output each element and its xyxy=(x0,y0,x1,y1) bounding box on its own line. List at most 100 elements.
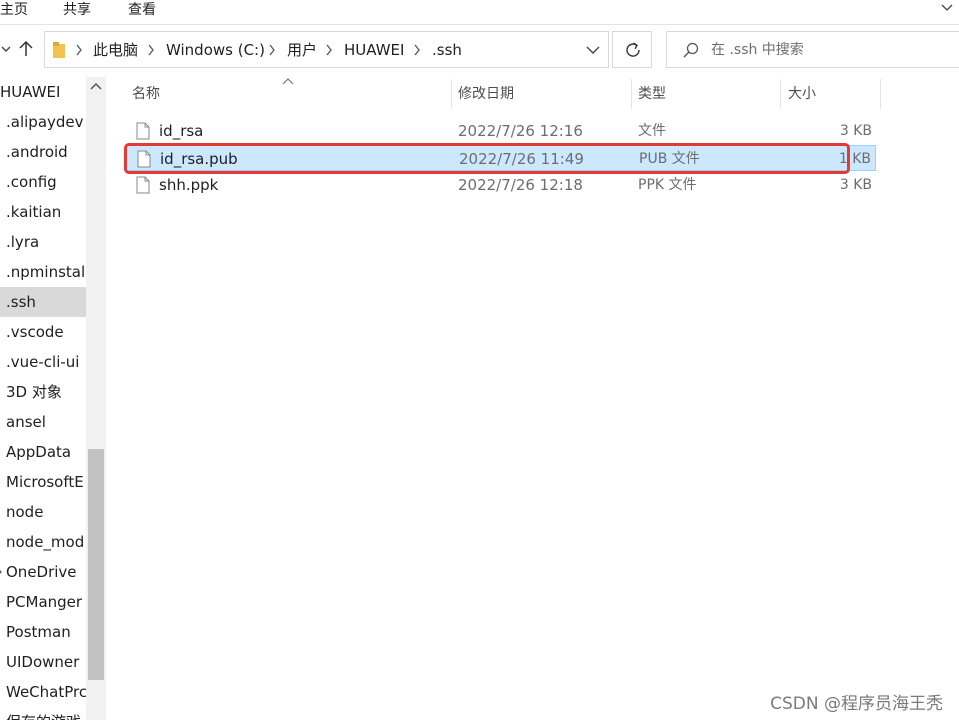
search-box[interactable] xyxy=(666,31,959,68)
tab-view[interactable]: 查看 xyxy=(128,1,156,19)
annotation-highlight-box xyxy=(124,143,850,174)
nav-item-label: OneDrive xyxy=(6,563,77,581)
nav-item-label: .lyra xyxy=(6,233,40,251)
breadcrumb-separator-icon[interactable] xyxy=(413,43,421,57)
nav-item-onedrive[interactable]: OneDrive xyxy=(0,557,86,587)
file-modified-date: 2022/7/26 12:16 xyxy=(458,122,583,140)
nav-item-vscode[interactable]: .vscode xyxy=(0,317,86,347)
file-type: 文件 xyxy=(638,123,666,139)
column-divider[interactable] xyxy=(780,79,781,109)
column-header-size[interactable]: 大小 xyxy=(788,82,816,108)
file-row-shh-ppk[interactable]: shh.ppk 2022/7/26 12:18 PPK 文件 3 KB xyxy=(126,172,876,198)
file-modified-date: 2022/7/26 12:18 xyxy=(458,176,583,194)
nav-item-ansel[interactable]: ansel xyxy=(0,407,86,437)
nav-item-label: AppData xyxy=(6,443,72,461)
nav-item-label: .alipaydev xyxy=(6,113,84,131)
nav-item-pcmanger[interactable]: PCManger xyxy=(0,587,86,617)
column-header-date[interactable]: 修改日期 xyxy=(458,82,514,108)
search-icon xyxy=(683,42,699,58)
file-row-id-rsa[interactable]: id_rsa 2022/7/26 12:16 文件 3 KB xyxy=(126,118,876,144)
column-header-name[interactable]: 名称 xyxy=(132,82,160,108)
nav-item-label: WeChatPrc xyxy=(6,683,86,701)
watermark: CSDN @程序员海王秃 xyxy=(770,694,943,714)
nav-item-wechatprojects[interactable]: WeChatPrc xyxy=(0,677,86,707)
address-dropdown-chevron-icon[interactable] xyxy=(586,44,600,56)
nav-item-uidowner[interactable]: UIDowner xyxy=(0,647,86,677)
nav-item-label: node xyxy=(6,503,44,521)
breadcrumb-huawei[interactable]: HUAWEI xyxy=(344,41,404,59)
breadcrumb-separator-icon[interactable] xyxy=(75,43,83,57)
up-arrow-icon[interactable] xyxy=(18,39,34,59)
search-input[interactable] xyxy=(711,40,951,60)
refresh-icon xyxy=(626,42,640,57)
nav-item-label: UIDowner xyxy=(6,653,80,671)
file-type: PPK 文件 xyxy=(638,177,697,193)
ribbon-expand-chevron-icon[interactable] xyxy=(939,0,955,16)
file-icon xyxy=(136,176,150,194)
nav-item-lyra[interactable]: .lyra xyxy=(0,227,86,257)
navigation-pane-scrollbar[interactable] xyxy=(86,77,106,720)
nav-item-label: node_mod xyxy=(6,533,85,551)
nav-item-npminstall[interactable]: .npminstall xyxy=(0,257,86,287)
expand-chevron-icon[interactable] xyxy=(0,567,2,577)
column-header-type[interactable]: 类型 xyxy=(638,82,666,108)
nav-item-label: .android xyxy=(6,143,68,161)
nav-item-label: .ssh xyxy=(6,293,36,311)
breadcrumb-users[interactable]: 用户 xyxy=(287,41,317,59)
navigation-bar: 此电脑 Windows (C:) 用户 HUAWEI .ssh xyxy=(0,25,959,77)
nav-item-label: ansel xyxy=(6,413,46,431)
scroll-up-arrow-icon[interactable] xyxy=(90,81,102,91)
nav-item-label: .vue-cli-ui xyxy=(6,353,80,371)
file-icon xyxy=(136,122,150,140)
recent-locations-chevron-icon[interactable] xyxy=(0,39,16,59)
nav-item-microsofte[interactable]: MicrosoftE xyxy=(0,467,86,497)
file-explorer-window: 主页 共享 查看 此电脑 Windows (C:) 用户 HUAWEI .ssh… xyxy=(0,0,959,720)
breadcrumb-separator-icon[interactable] xyxy=(268,43,276,57)
nav-item-node-modules[interactable]: node_mod xyxy=(0,527,86,557)
file-name: shh.ppk xyxy=(159,176,219,194)
nav-item-appdata[interactable]: AppData xyxy=(0,437,86,467)
file-size: 3 KB xyxy=(839,177,872,193)
nav-item-label: .config xyxy=(6,173,57,191)
nav-item-label: PCManger xyxy=(6,593,83,611)
file-name: id_rsa xyxy=(159,122,204,140)
nav-item-label: Postman xyxy=(6,623,71,641)
address-bar[interactable]: 此电脑 Windows (C:) 用户 HUAWEI .ssh xyxy=(44,31,609,68)
navigation-pane: HUAWEI .alipaydev .android .config .kait… xyxy=(0,77,106,720)
nav-item-label: .npminstall xyxy=(6,263,86,281)
nav-item-huawei[interactable]: HUAWEI xyxy=(0,77,86,107)
nav-item-postman[interactable]: Postman xyxy=(0,617,86,647)
tab-share[interactable]: 共享 xyxy=(63,1,91,19)
file-list-pane: 名称 修改日期 类型 大小 id_rsa 2022/7/26 12:16 文件 … xyxy=(106,77,959,720)
nav-item-saved-games[interactable]: 保存的游戏 xyxy=(0,707,86,720)
scrollbar-thumb[interactable] xyxy=(88,449,104,680)
tab-home[interactable]: 主页 xyxy=(0,1,28,19)
refresh-button[interactable] xyxy=(612,31,652,68)
ribbon-tabs: 主页 共享 查看 xyxy=(0,0,959,25)
nav-item-node[interactable]: node xyxy=(0,497,86,527)
nav-item-alipaydev[interactable]: .alipaydev xyxy=(0,107,86,137)
column-divider[interactable] xyxy=(631,79,632,109)
nav-item-ssh[interactable]: .ssh xyxy=(0,287,86,317)
breadcrumb-windows-drive[interactable]: Windows (C:) xyxy=(166,41,265,59)
nav-item-label: MicrosoftE xyxy=(6,473,84,491)
nav-item-label: 3D 对象 xyxy=(6,383,62,401)
nav-item-vue-cli-ui[interactable]: .vue-cli-ui xyxy=(0,347,86,377)
file-size: 3 KB xyxy=(839,123,872,139)
column-divider[interactable] xyxy=(451,79,452,109)
breadcrumb-separator-icon[interactable] xyxy=(325,43,333,57)
breadcrumb-this-pc[interactable]: 此电脑 xyxy=(93,41,138,59)
nav-item-label: 保存的游戏 xyxy=(6,712,81,720)
nav-item-label: .vscode xyxy=(6,323,64,341)
nav-item-label: HUAWEI xyxy=(0,83,61,101)
nav-item-label: .kaitian xyxy=(6,203,62,221)
sort-ascending-chevron-icon xyxy=(282,78,294,85)
breadcrumb-separator-icon[interactable] xyxy=(147,43,155,57)
nav-item-config[interactable]: .config xyxy=(0,167,86,197)
breadcrumb-ssh[interactable]: .ssh xyxy=(432,41,462,59)
nav-item-android[interactable]: .android xyxy=(0,137,86,167)
nav-item-kaitian[interactable]: .kaitian xyxy=(0,197,86,227)
column-divider[interactable] xyxy=(880,79,881,109)
nav-item-3d-objects[interactable]: 3D 对象 xyxy=(0,377,86,407)
folder-icon xyxy=(53,42,65,58)
